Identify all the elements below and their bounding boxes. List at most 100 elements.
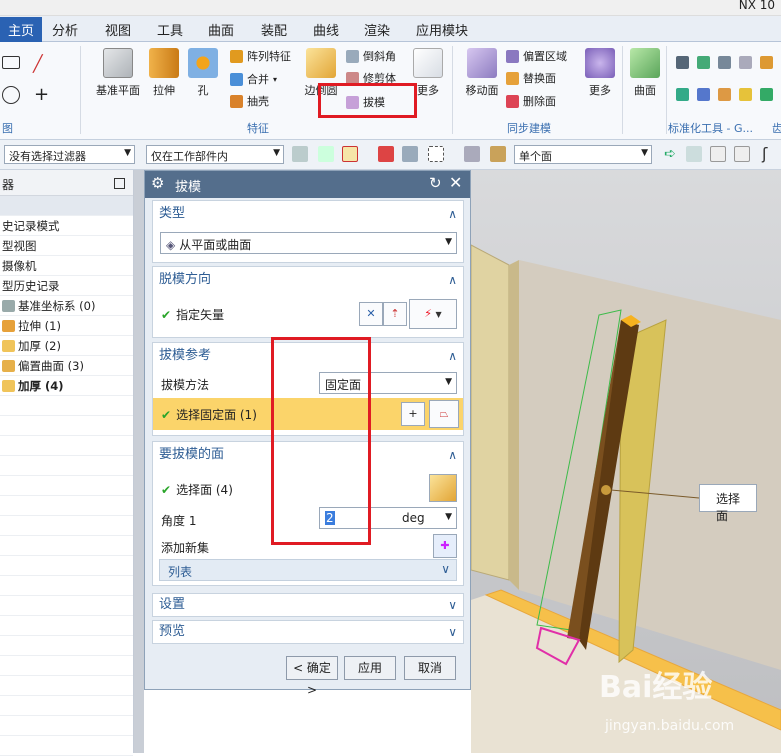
end-point-icon[interactable] — [710, 146, 726, 162]
list-item[interactable]: 摄像机 — [0, 256, 133, 276]
graphics-viewport[interactable]: 选择面 Bai经验 jingyan.baidu.com — [471, 170, 781, 753]
list-expander[interactable]: 列表 ∨ — [159, 559, 457, 581]
cancel-button[interactable]: 取消 — [404, 656, 456, 680]
type-dropdown[interactable]: ◈ 从平面或曲面 ▼ — [160, 232, 457, 254]
more-icon — [413, 48, 443, 78]
point-icon[interactable]: + — [34, 84, 49, 105]
body-filter-icon[interactable] — [402, 146, 418, 162]
gear-icon[interactable]: ⚙ — [151, 174, 164, 192]
select-fixed-face-label: ✔ 选择固定面 (1) — [161, 408, 257, 422]
arrow-right-icon[interactable]: ➪ — [664, 146, 680, 162]
ok-button[interactable]: < 确定 > — [286, 656, 338, 697]
list-item[interactable]: 加厚 (4) — [0, 376, 133, 396]
annotation-box-method-angle — [271, 337, 371, 545]
group-feature: 特征 — [247, 122, 269, 135]
face-rule-dropdown[interactable]: 单个面 ▼ — [514, 145, 652, 164]
add-face-icon[interactable]: + — [401, 402, 425, 426]
tab-applications[interactable]: 应用模块 — [416, 20, 468, 39]
curve-rule-icon[interactable] — [378, 146, 394, 162]
tab-tools[interactable]: 工具 — [157, 20, 183, 39]
edge-blend-icon — [306, 48, 336, 78]
mid-point-icon[interactable] — [734, 146, 750, 162]
shell-button[interactable]: 抽壳 — [230, 93, 269, 109]
list-item[interactable]: 史记录模式 — [0, 216, 133, 236]
tab-home[interactable]: 主页 — [0, 17, 43, 42]
type-header[interactable]: 类型 ∧ — [153, 201, 463, 227]
settings-section[interactable]: 设置 ∨ — [152, 593, 464, 617]
move-face-icon — [467, 48, 497, 78]
reverse-direction-icon[interactable]: ✕ — [359, 302, 383, 326]
list-item[interactable]: 型视图 — [0, 236, 133, 256]
rectangle-icon[interactable] — [2, 56, 20, 69]
more-sync-button[interactable]: 更多 — [584, 48, 616, 98]
standard-tools-row2[interactable] — [676, 88, 773, 101]
face-icon[interactable] — [429, 474, 457, 502]
chamfer-icon — [346, 49, 359, 63]
datum-plane-button[interactable]: 基准平面 — [92, 48, 144, 98]
vector-dialog-icon[interactable]: ⇡ — [383, 302, 407, 326]
dialog-title-bar: ⚙ 拔模 ↻ ✕ — [145, 171, 470, 198]
draw-direction-header[interactable]: 脱模方向 ∧ — [153, 267, 463, 293]
tab-surface[interactable]: 曲面 — [208, 20, 234, 39]
close-icon[interactable]: ✕ — [449, 173, 462, 192]
surface-button[interactable]: 曲面 — [628, 48, 662, 98]
snap-icon[interactable] — [318, 146, 334, 162]
select-face-label[interactable]: ✔ 选择面 (4) — [161, 481, 233, 498]
chamfer-button[interactable]: 倒斜角 — [346, 48, 396, 64]
line-icon[interactable]: ╱ — [33, 54, 43, 73]
pattern-feature-button[interactable]: 阵列特征 — [230, 48, 291, 64]
tab-analysis[interactable]: 分析 — [52, 20, 78, 39]
draft-method-label: 拔模方法 — [161, 378, 210, 392]
maximize-icon[interactable] — [114, 178, 125, 189]
feature-filter-icon[interactable] — [342, 146, 358, 162]
preview-section[interactable]: 预览 ∨ — [152, 620, 464, 644]
component-filter-icon[interactable] — [490, 146, 506, 162]
angle-label: 角度 1 — [161, 514, 197, 528]
group-standard-tools: 标准化工具 - G... — [668, 122, 753, 135]
list-item[interactable]: 拉伸 (1) — [0, 316, 133, 336]
point-snap-icon[interactable] — [686, 146, 702, 162]
selection-tooltip: 选择面 — [699, 484, 757, 523]
splitter[interactable] — [134, 170, 144, 753]
annotation-box-draft-button — [318, 83, 417, 118]
list-item[interactable]: 偏置曲面 (3) — [0, 356, 133, 376]
face-type-icon: ◈ — [166, 238, 176, 252]
tab-view[interactable]: 视图 — [105, 20, 131, 39]
face-select-icon[interactable]: ⏢ — [429, 400, 459, 428]
surface-icon — [630, 48, 660, 78]
curve-icon[interactable]: ʃ — [762, 146, 778, 162]
add-new-set-icon[interactable]: ✚ — [433, 534, 457, 558]
hole-button[interactable]: 孔 — [186, 48, 220, 98]
watermark-url: jingyan.baidu.com — [605, 718, 735, 734]
shell-icon — [230, 94, 243, 108]
tab-render[interactable]: 渲染 — [364, 20, 390, 39]
unite-button[interactable]: 合并 ▾ — [230, 71, 277, 87]
collapse-icon: ∧ — [448, 207, 457, 221]
list-item[interactable]: 加厚 (2) — [0, 336, 133, 356]
scope-dropdown[interactable]: 仅在工作部件内 ▼ — [146, 145, 284, 164]
face-filter-icon[interactable] — [464, 146, 480, 162]
standard-tools-row1[interactable] — [676, 56, 773, 69]
extrude-button[interactable]: 拉伸 — [146, 48, 182, 98]
add-new-set-label: 添加新集 — [161, 541, 210, 555]
tab-curve[interactable]: 曲线 — [313, 20, 339, 39]
delete-face-button[interactable]: 删除面 — [506, 93, 556, 109]
group-sync-modeling: 同步建模 — [507, 122, 551, 135]
circle-icon[interactable] — [2, 86, 20, 104]
reset-icon[interactable]: ↻ — [429, 174, 442, 192]
move-face-button[interactable]: 移动面 — [460, 48, 504, 98]
list-item[interactable]: 基准坐标系 (0) — [0, 296, 133, 316]
specify-vector-label[interactable]: ✔ 指定矢量 — [161, 306, 224, 323]
type-filter-dropdown[interactable]: 没有选择过滤器 ▼ — [4, 145, 135, 164]
datum-csys-icon — [2, 299, 15, 312]
watermark-logo: Bai经验 — [599, 670, 713, 705]
apply-button[interactable]: 应用 — [344, 656, 396, 680]
replace-face-button[interactable]: 替换面 — [506, 70, 556, 86]
offset-region-button[interactable]: 偏置区域 — [506, 48, 567, 64]
title-bar: NX 10 — [0, 0, 781, 16]
vector-type-dropdown[interactable]: ⚡ ▼ — [409, 299, 457, 329]
list-item[interactable]: 型历史记录 — [0, 276, 133, 296]
tab-assembly[interactable]: 装配 — [261, 20, 287, 39]
box-select-icon[interactable] — [428, 146, 444, 162]
select-all-icon[interactable] — [292, 146, 308, 162]
